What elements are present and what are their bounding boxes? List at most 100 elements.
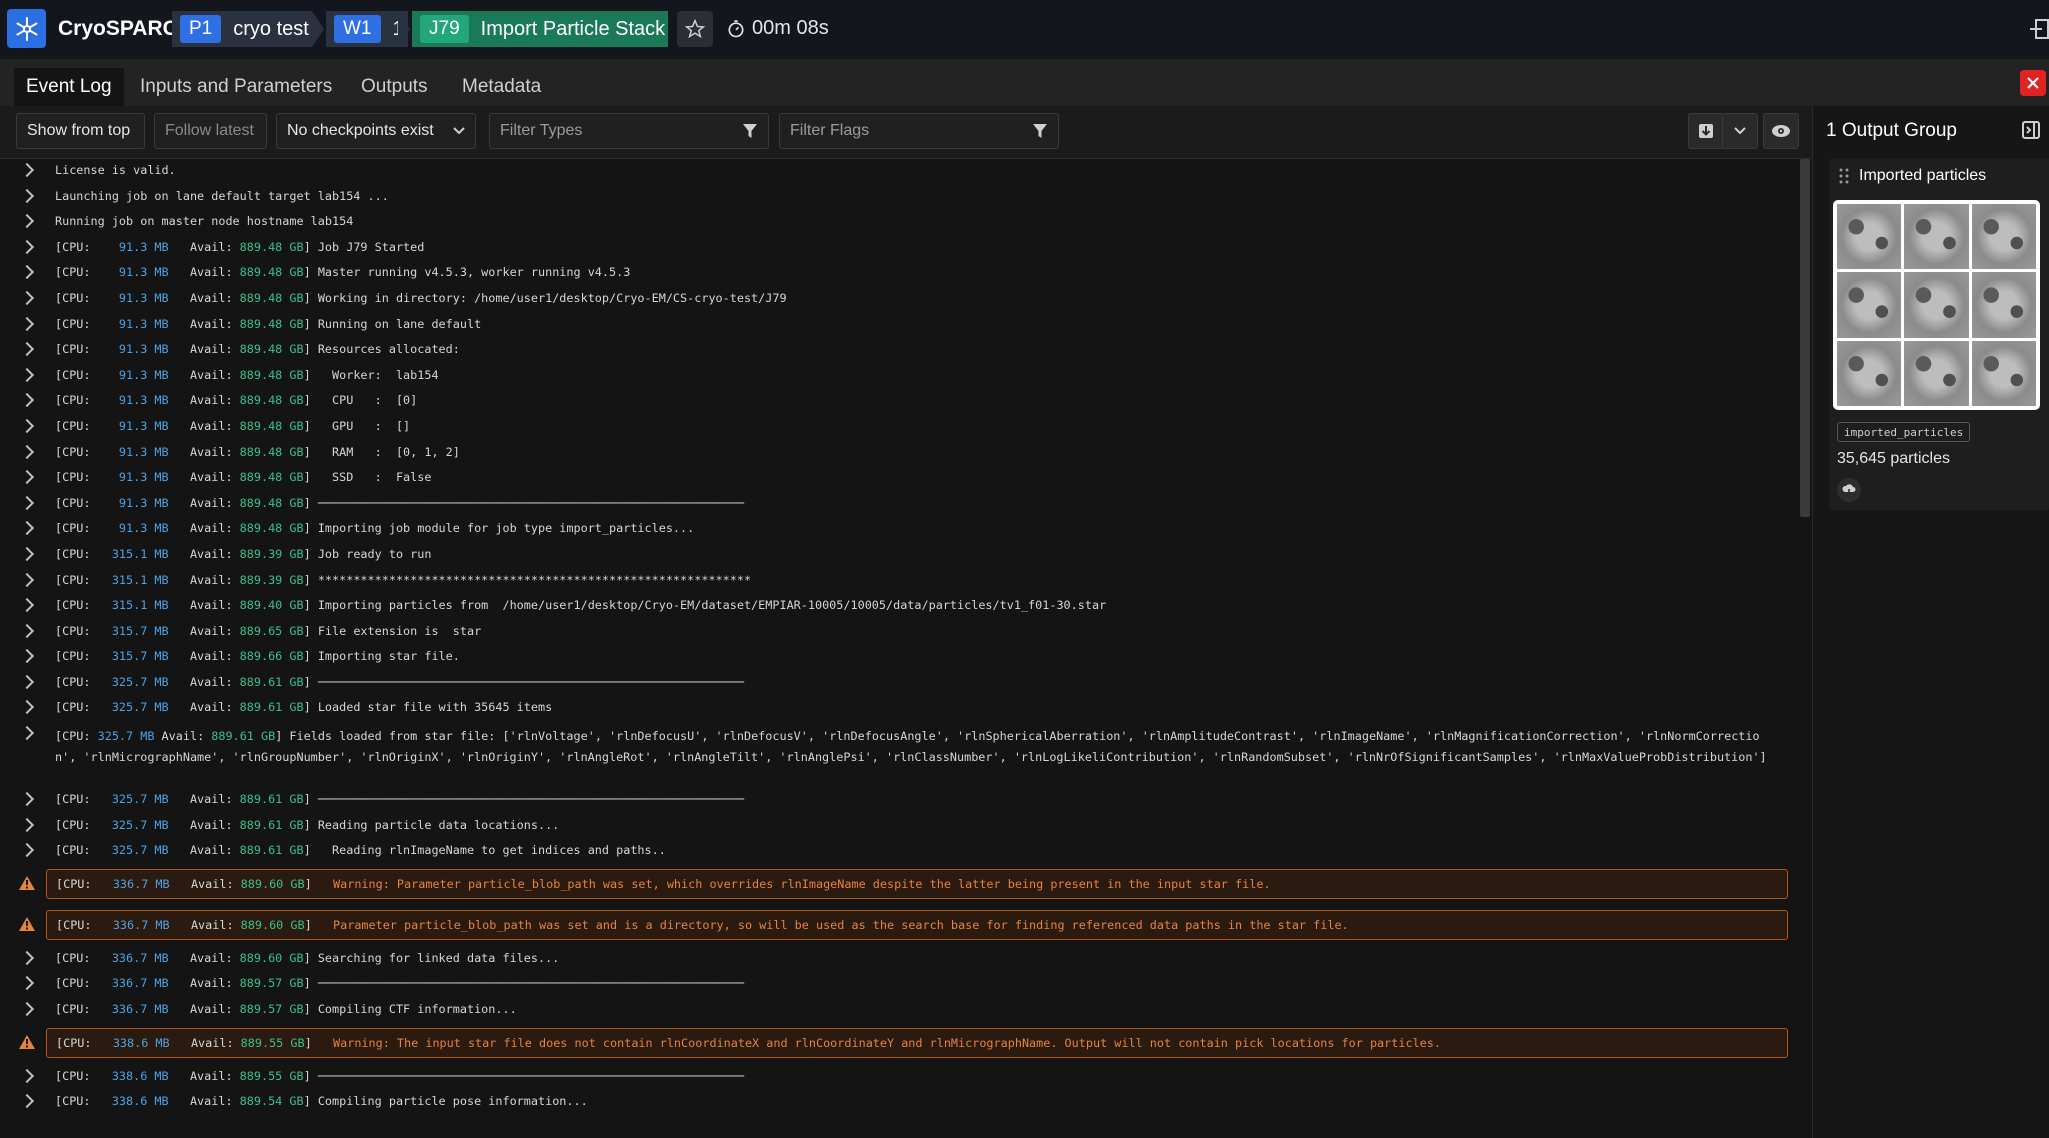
log-row[interactable]: [CPU: 91.3 MB Avail: 889.48 GB] Master r… [0, 261, 1800, 287]
log-row[interactable]: [CPU: 91.3 MB Avail: 889.48 GB] Job J79 … [0, 236, 1800, 262]
download-options-button[interactable] [1722, 113, 1758, 149]
cpu-usage: 338.6 MB [104, 1094, 169, 1109]
log-warning-row[interactable]: [CPU: 336.7 MB Avail: 889.60 GB] Warning… [0, 865, 1800, 906]
cpu-usage: 91.3 MB [104, 290, 169, 305]
log-row[interactable]: [CPU: 91.3 MB Avail: 889.48 GB] Resource… [0, 338, 1800, 364]
tab-event-log[interactable]: Event Log [14, 68, 124, 106]
cpu-usage: 336.7 MB [104, 950, 169, 965]
chevron-right-icon[interactable] [19, 1068, 35, 1083]
memory-available: 889.61 GB [239, 674, 304, 689]
log-row[interactable]: [CPU: 91.3 MB Avail: 889.48 GB] SSD : Fa… [0, 466, 1800, 492]
log-row[interactable]: [CPU: 91.3 MB Avail: 889.48 GB] GPU : [] [0, 415, 1800, 441]
log-row[interactable]: [CPU: 325.7 MB Avail: 889.61 GB] Reading… [0, 839, 1800, 865]
log-row[interactable]: Running job on master node hostname lab1… [0, 210, 1800, 236]
chevron-right-icon[interactable] [19, 342, 35, 357]
chevron-right-icon[interactable] [19, 367, 35, 382]
filter-flags-select[interactable]: Filter Flags [779, 113, 1059, 149]
breadcrumb-job[interactable]: J79 Import Particle Stack [412, 11, 668, 47]
chevron-right-icon[interactable] [19, 725, 35, 741]
chevron-right-icon[interactable] [19, 546, 35, 561]
particle-thumbnail [1904, 272, 1969, 338]
chevron-right-icon[interactable] [19, 239, 35, 254]
tab-outputs[interactable]: Outputs [361, 68, 428, 106]
chevron-right-icon[interactable] [19, 495, 35, 510]
download-log-button[interactable] [1688, 113, 1724, 149]
chevron-right-icon[interactable] [19, 1094, 35, 1109]
log-row[interactable]: [CPU: 338.6 MB Avail: 889.55 GB] ───────… [0, 1065, 1800, 1091]
breadcrumb-workspace[interactable]: W1 1 [326, 11, 408, 47]
close-button[interactable] [2020, 70, 2046, 96]
log-row[interactable]: [CPU: 325.7 MB Avail: 889.61 GB] Reading… [0, 814, 1800, 840]
follow-latest-button[interactable]: Follow latest [154, 113, 267, 149]
log-message: ****************************************… [317, 572, 752, 587]
tab-inputs-parameters[interactable]: Inputs and Parameters [140, 68, 332, 106]
visibility-button[interactable] [1763, 113, 1799, 149]
chevron-right-icon[interactable] [19, 521, 35, 536]
chevron-right-icon[interactable] [19, 444, 35, 459]
log-row[interactable]: [CPU: 325.7 MB Avail: 889.61 GB] Fields … [0, 722, 1800, 788]
log-warning-row[interactable]: [CPU: 336.7 MB Avail: 889.60 GB] Paramet… [0, 906, 1800, 947]
output-group-card[interactable]: Imported particles imported_particles 35… [1829, 158, 2049, 510]
log-row[interactable]: [CPU: 336.7 MB Avail: 889.57 GB] Compili… [0, 998, 1800, 1024]
chevron-right-icon[interactable] [19, 674, 35, 689]
log-row[interactable]: [CPU: 325.7 MB Avail: 889.61 GB] Loaded … [0, 696, 1800, 722]
chevron-right-icon[interactable] [19, 843, 35, 858]
log-row[interactable]: [CPU: 91.3 MB Avail: 889.48 GB] CPU : [0… [0, 389, 1800, 415]
chevron-right-icon[interactable] [19, 572, 35, 587]
log-row[interactable]: [CPU: 91.3 MB Avail: 889.48 GB] Working … [0, 287, 1800, 313]
log-row[interactable]: [CPU: 336.7 MB Avail: 889.57 GB] ───────… [0, 972, 1800, 998]
cpu-usage: 91.3 MB [104, 418, 169, 433]
panel-toggle-icon[interactable] [2030, 18, 2049, 45]
tab-metadata[interactable]: Metadata [462, 68, 541, 106]
chevron-right-icon[interactable] [19, 162, 35, 178]
chevron-right-icon[interactable] [19, 817, 35, 832]
log-scrollbar[interactable] [1800, 159, 1810, 517]
checkpoints-dropdown[interactable]: No checkpoints exist [276, 113, 476, 149]
chevron-right-icon[interactable] [19, 976, 35, 991]
log-row[interactable]: [CPU: 91.3 MB Avail: 889.48 GB] Worker: … [0, 364, 1800, 390]
log-row[interactable]: [CPU: 315.1 MB Avail: 889.39 GB] *******… [0, 569, 1800, 595]
chevron-right-icon[interactable] [19, 623, 35, 638]
expand-panel-icon[interactable] [2021, 120, 2041, 145]
chevron-right-icon[interactable] [19, 950, 35, 965]
log-row[interactable]: [CPU: 315.1 MB Avail: 889.40 GB] Importi… [0, 594, 1800, 620]
log-row[interactable]: [CPU: 91.3 MB Avail: 889.48 GB] RAM : [0… [0, 441, 1800, 467]
chevron-right-icon[interactable] [19, 470, 35, 485]
log-row[interactable]: [CPU: 315.1 MB Avail: 889.39 GB] Job rea… [0, 543, 1800, 569]
show-from-top-button[interactable]: Show from top [16, 113, 145, 149]
log-row[interactable]: [CPU: 315.7 MB Avail: 889.65 GB] File ex… [0, 620, 1800, 646]
chevron-right-icon[interactable] [19, 393, 35, 408]
chevron-right-icon[interactable] [19, 649, 35, 664]
chevron-right-icon[interactable] [19, 1001, 35, 1017]
chevron-right-icon[interactable] [19, 598, 35, 613]
log-row[interactable]: [CPU: 91.3 MB Avail: 889.48 GB] ────────… [0, 492, 1800, 518]
log-row[interactable]: [CPU: 91.3 MB Avail: 889.48 GB] Running … [0, 313, 1800, 339]
chevron-right-icon[interactable] [19, 418, 35, 434]
log-row[interactable]: [CPU: 338.6 MB Avail: 889.54 GB] Compili… [0, 1090, 1800, 1116]
chevron-right-icon[interactable] [19, 316, 35, 331]
drag-handle-icon[interactable] [1839, 168, 1849, 189]
workspace-tag: W1 [334, 15, 381, 43]
output-name-chip: imported_particles [1837, 422, 1971, 442]
log-row[interactable]: [CPU: 325.7 MB Avail: 889.61 GB] ───────… [0, 671, 1800, 697]
chevron-right-icon[interactable] [19, 700, 35, 715]
chevron-right-icon[interactable] [19, 188, 35, 203]
download-output-icon[interactable] [1837, 478, 1861, 502]
log-row[interactable]: [CPU: 315.7 MB Avail: 889.66 GB] Importi… [0, 645, 1800, 671]
log-row[interactable]: [CPU: 91.3 MB Avail: 889.48 GB] Importin… [0, 517, 1800, 543]
chevron-right-icon[interactable] [19, 265, 35, 280]
log-row[interactable]: Launching job on lane default target lab… [0, 185, 1800, 211]
chevron-right-icon[interactable] [19, 791, 35, 807]
log-warning-row[interactable]: [CPU: 338.6 MB Avail: 889.55 GB] Warning… [0, 1024, 1800, 1065]
memory-available: 889.66 GB [239, 649, 304, 664]
chevron-right-icon[interactable] [19, 214, 35, 229]
breadcrumb-project[interactable]: P1 cryo test [172, 11, 312, 47]
filter-types-select[interactable]: Filter Types [489, 113, 769, 149]
log-row[interactable]: License is valid. [0, 159, 1800, 185]
chevron-right-icon[interactable] [19, 290, 35, 306]
cryosparc-logo-icon[interactable] [7, 9, 46, 48]
log-row[interactable]: [CPU: 325.7 MB Avail: 889.61 GB] ───────… [0, 788, 1800, 814]
star-button[interactable] [677, 11, 713, 47]
log-message: Reading particle data locations... [317, 817, 560, 832]
log-row[interactable]: [CPU: 336.7 MB Avail: 889.60 GB] Searchi… [0, 947, 1800, 973]
